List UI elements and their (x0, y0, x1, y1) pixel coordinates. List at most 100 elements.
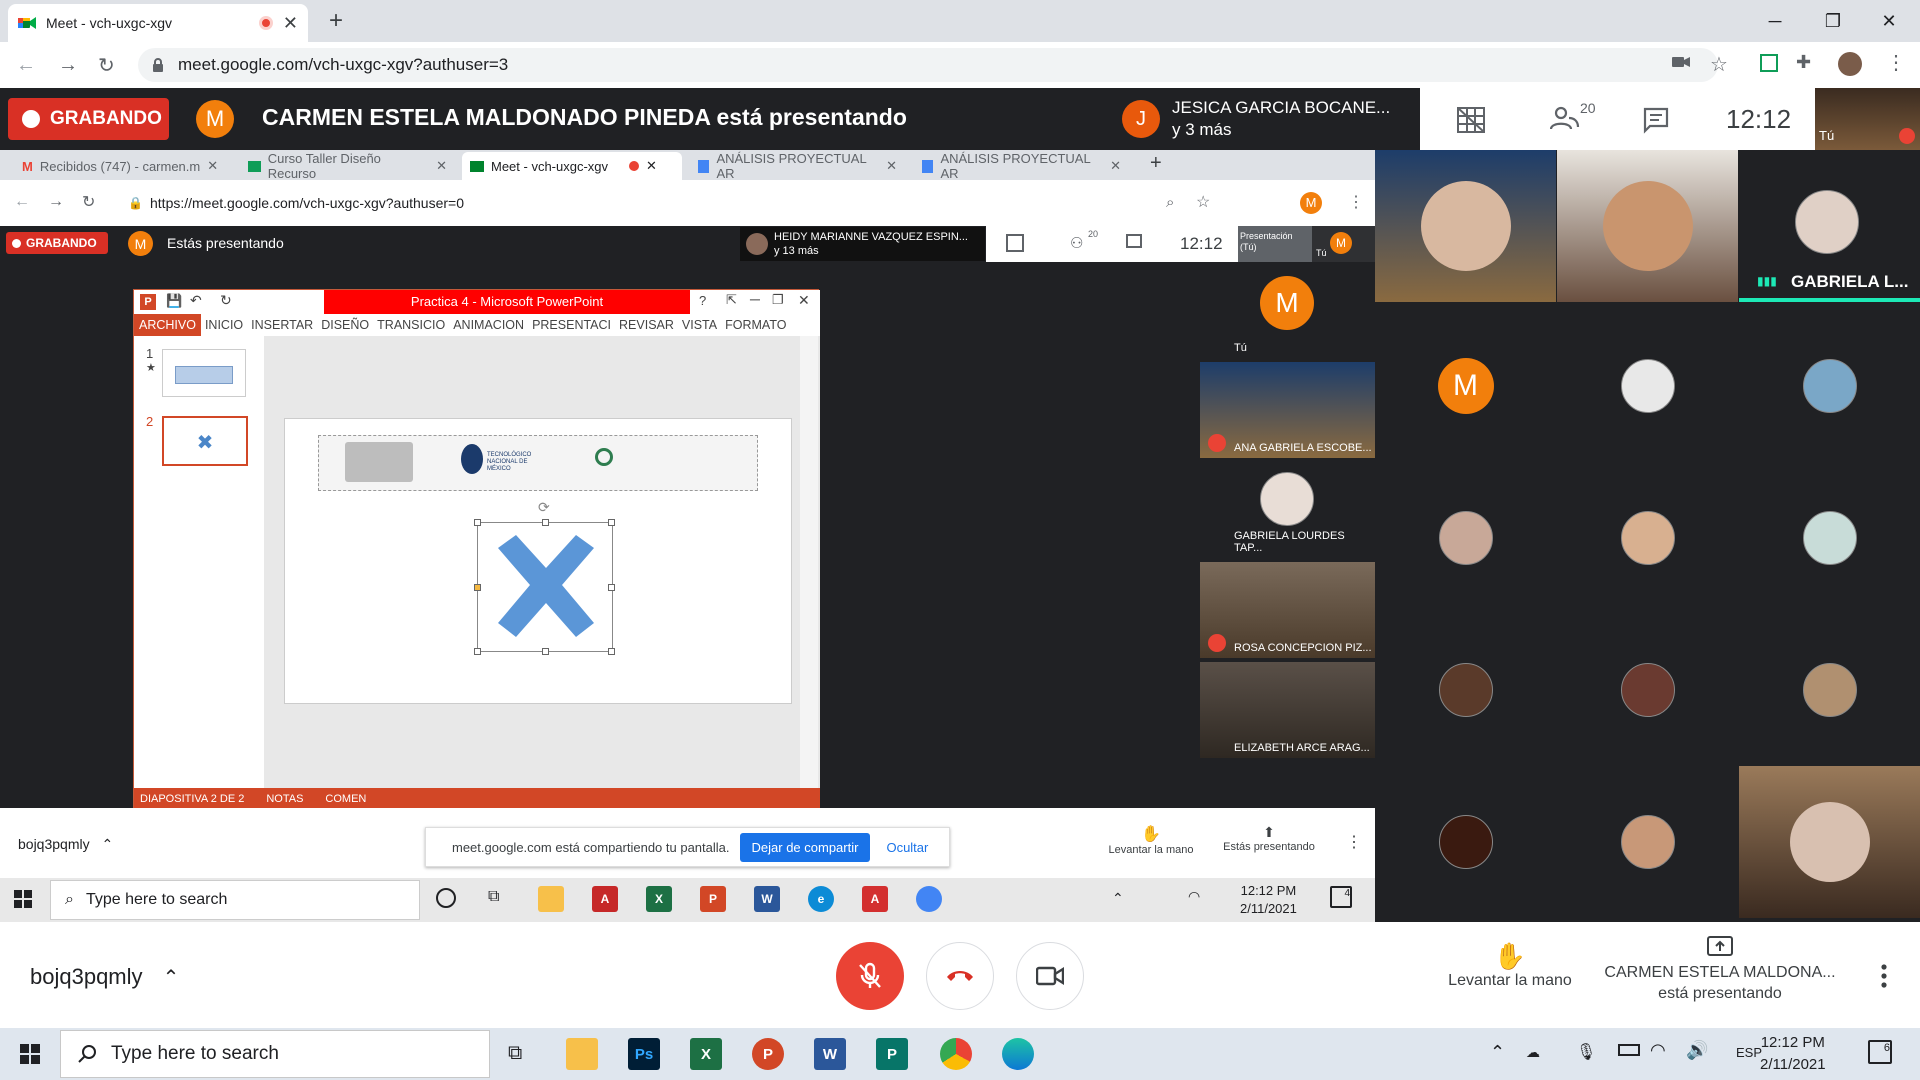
ribbon-tab-formato[interactable]: FORMATO (721, 318, 790, 332)
participant-tile-speaking[interactable]: ▮▮▮ GABRIELA L... (1739, 150, 1920, 302)
save-icon[interactable]: 💾 (166, 293, 182, 309)
participant-tile[interactable] (1557, 310, 1738, 462)
powerpoint-taskbar-icon[interactable]: P (752, 1038, 784, 1070)
chat-icon[interactable] (1126, 234, 1142, 248)
participant-tile[interactable] (1557, 766, 1738, 918)
presenting-button[interactable]: CARMEN ESTELA MALDONA... está presentand… (1600, 936, 1840, 1004)
participant-tile[interactable] (1557, 462, 1738, 614)
wifi-icon[interactable]: ◠ (1650, 1040, 1666, 1061)
address-bar[interactable]: meet.google.com/vch-uxgc-xgv?authuser=3 (138, 48, 1718, 82)
extensions-icon[interactable]: ✚ (1796, 52, 1811, 73)
excel-icon[interactable]: X (646, 886, 672, 912)
task-view-icon[interactable]: ⧉ (488, 888, 499, 906)
system-clock[interactable]: 12:12 PM 2/11/2021 (1760, 1032, 1826, 1076)
reload-icon[interactable]: ↻ (82, 192, 95, 212)
restore-button[interactable]: ❐ (772, 292, 784, 308)
x-shape-selected[interactable]: ⟳ (474, 499, 615, 655)
file-explorer-icon[interactable] (566, 1038, 598, 1070)
file-explorer-icon[interactable] (538, 886, 564, 912)
chrome-icon[interactable] (916, 886, 942, 912)
help-icon[interactable]: ? (699, 293, 706, 308)
language-indicator[interactable]: ESP (1736, 1045, 1762, 1060)
chrome-icon[interactable] (940, 1038, 972, 1070)
shared-clock[interactable]: 12:12 PM 2/11/2021 (1240, 882, 1297, 918)
ribbon-tab-inicio[interactable]: INICIO (201, 318, 247, 332)
logo-banner[interactable]: TECNOLÓGICO NACIONAL DE MÉXICO (318, 435, 758, 491)
chrome-menu-icon[interactable]: ⋮ (1886, 50, 1906, 75)
ribbon-tab-revisar[interactable]: REVISAR (615, 318, 678, 332)
presentation-self-tile[interactable]: Presentación (Tú) Tú M (1238, 226, 1375, 262)
participant-tile-self[interactable]: M (1375, 310, 1556, 462)
minimize-button[interactable]: ─ (1752, 6, 1798, 36)
layout-grid-icon[interactable] (1006, 234, 1024, 252)
ribbon-tab-presentacion[interactable]: PRESENTACI (528, 318, 615, 332)
acrobat-icon[interactable]: A (862, 886, 888, 912)
participant-tile[interactable] (1375, 462, 1556, 614)
forward-icon[interactable]: → (58, 54, 78, 77)
raise-hand-button[interactable]: ✋ Levantar la mano (1108, 824, 1194, 856)
participant-tile[interactable]: ELIZABETH ARCE ARAG... (1200, 662, 1375, 758)
battery-icon[interactable] (1618, 1044, 1640, 1056)
participant-video-tile[interactable] (1557, 150, 1738, 302)
rotate-handle-icon[interactable]: ⟳ (538, 499, 550, 516)
slide-thumbnail-2[interactable]: ✖ (162, 416, 248, 466)
powerpoint-taskbar-icon[interactable]: P (700, 886, 726, 912)
participant-tile[interactable] (1739, 310, 1920, 462)
windows-start-icon[interactable] (20, 1044, 40, 1064)
participants-icon[interactable] (1550, 104, 1580, 132)
mic-toggle-button[interactable] (836, 942, 904, 1010)
participant-tile[interactable]: ROSA CONCEPCION PIZ... (1200, 562, 1375, 658)
forward-icon[interactable]: → (48, 193, 64, 211)
more-options-icon[interactable]: ⋮ (1346, 832, 1362, 852)
ribbon-tab-diseno[interactable]: DISEÑO (317, 318, 373, 332)
shared-tab-gmail[interactable]: M Recibidos (747) - carmen.m ✕ (14, 152, 230, 180)
shared-new-tab-button[interactable]: + (1150, 152, 1162, 175)
participant-tile[interactable] (1739, 614, 1920, 766)
close-tab-icon[interactable]: ✕ (283, 13, 298, 34)
close-tab-icon[interactable]: ✕ (646, 158, 657, 174)
leave-call-button[interactable] (926, 942, 994, 1010)
shared-tab-analisis-1[interactable]: ANÁLISIS PROYECTUAL AR ✕ (690, 151, 905, 181)
ribbon-tab-insertar[interactable]: INSERTAR (247, 318, 317, 332)
close-tab-icon[interactable]: ✕ (1110, 158, 1121, 174)
layout-grid-icon[interactable] (1456, 106, 1486, 134)
profile-avatar[interactable]: M (1300, 192, 1322, 214)
ribbon-tab-transiciones[interactable]: TRANSICIO (373, 318, 449, 332)
publisher-icon[interactable]: P (876, 1038, 908, 1070)
autocad-icon[interactable]: A (592, 886, 618, 912)
participant-tile[interactable] (1375, 766, 1556, 918)
camera-icon[interactable] (1672, 55, 1690, 69)
slide-canvas[interactable]: TECNOLÓGICO NACIONAL DE MÉXICO ⟳ (284, 418, 792, 704)
participant-tile[interactable] (1739, 462, 1920, 614)
meeting-details-button[interactable]: bojq3pqmly ⌃ (30, 964, 179, 990)
chevron-up-icon[interactable]: ⌃ (1490, 1042, 1505, 1063)
onedrive-icon[interactable]: ☁ (1526, 1044, 1540, 1061)
shared-tab-classroom[interactable]: Curso Taller Diseño Recurso ✕ (240, 151, 455, 181)
bookmark-star-icon[interactable]: ☆ (1196, 192, 1210, 212)
ribbon-tab-animaciones[interactable]: ANIMACION (449, 318, 528, 332)
stop-sharing-button[interactable]: Dejar de compartir (739, 832, 871, 862)
task-view-icon[interactable]: ⧉ (508, 1042, 522, 1065)
participant-tile[interactable]: GABRIELA LOURDES TAP... (1200, 462, 1375, 558)
redo-icon[interactable]: ↻ (220, 292, 232, 309)
maximize-button[interactable]: ❐ (1810, 6, 1856, 36)
zoom-icon[interactable]: ⌕ (1166, 194, 1174, 211)
cortana-icon[interactable] (436, 888, 456, 908)
undo-icon[interactable]: ↶ (190, 292, 202, 309)
chat-icon[interactable] (1642, 106, 1670, 134)
shared-tab-meet[interactable]: Meet - vch-uxgc-xgv ✕ (462, 152, 682, 180)
close-window-button[interactable]: ✕ (1866, 6, 1912, 36)
camera-toggle-button[interactable] (1016, 942, 1084, 1010)
photoshop-icon[interactable]: Ps (628, 1038, 660, 1070)
taskbar-search-box[interactable]: ⌕ Type here to search (50, 880, 420, 920)
shared-meeting-code[interactable]: bojq3pqmly ⌃ (18, 836, 113, 853)
comments-button[interactable]: COMEN (325, 793, 366, 805)
close-tab-icon[interactable]: ✕ (886, 158, 897, 174)
more-options-icon[interactable] (1872, 962, 1896, 990)
raise-hand-button[interactable]: ✋ Levantar la mano (1440, 940, 1580, 990)
minimize-button[interactable]: ─ (750, 291, 760, 307)
participant-tile[interactable]: ANA GABRIELA ESCOBE... (1200, 362, 1375, 458)
edge-icon[interactable] (1002, 1038, 1034, 1070)
participants-icon[interactable]: ⚇ (1070, 234, 1083, 252)
browser-tab-meet[interactable]: Meet - vch-uxgc-xgv ✕ (8, 4, 308, 42)
